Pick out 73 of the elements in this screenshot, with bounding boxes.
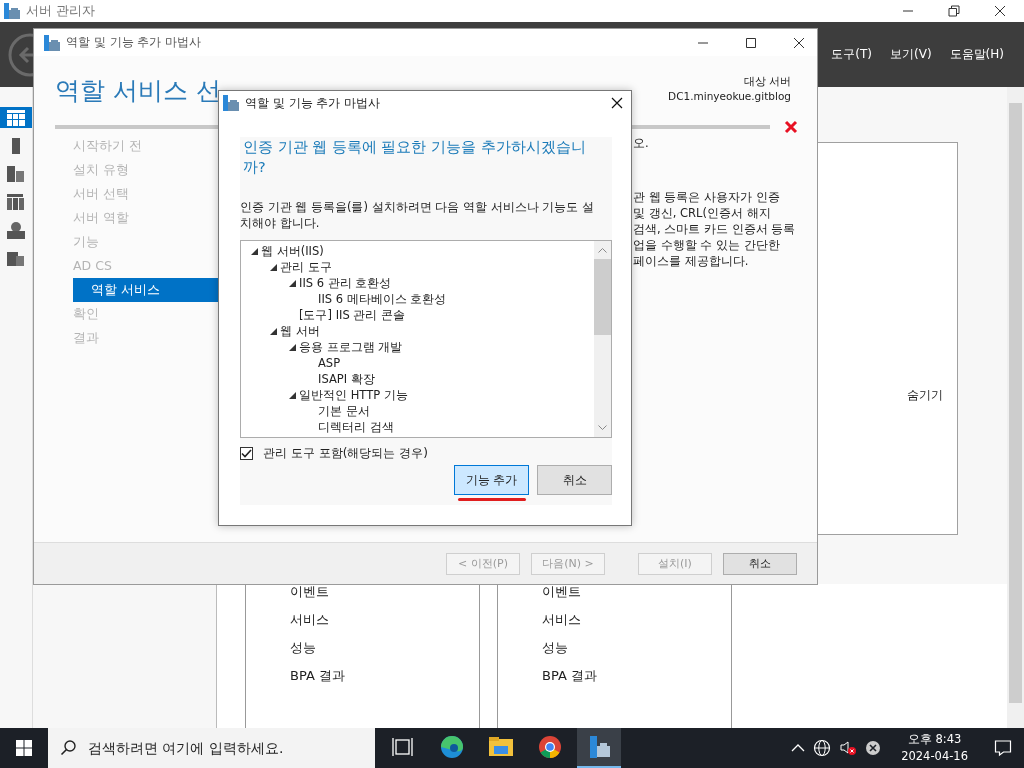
wizard-step[interactable]: 역할 서비스 [73, 278, 219, 302]
description-text: 및 갱신, CRL(인증서 해지 [633, 205, 772, 221]
highlight-underline [457, 498, 526, 501]
feature-item: 기본 문서 [318, 403, 370, 419]
server-manager-icon [4, 3, 20, 19]
error-icon [784, 120, 798, 134]
close-icon[interactable] [611, 97, 623, 109]
expanded-arrow-icon[interactable] [251, 247, 258, 255]
page-heading: 역할 서비스 선 [55, 75, 221, 107]
restore-icon[interactable] [948, 5, 960, 17]
tile-link[interactable]: 성능 [290, 640, 479, 668]
clock-time[interactable]: 오후 8:43 [901, 731, 968, 748]
tile-link[interactable]: 이벤트 [542, 584, 731, 612]
dialog-button[interactable]: 취소 [537, 465, 612, 495]
menu-item[interactable]: 보기(V) [890, 46, 932, 63]
feature-item: 관리 도구 [280, 259, 332, 275]
expanded-arrow-icon[interactable] [270, 263, 277, 271]
tile-link[interactable]: 이벤트 [290, 584, 479, 612]
scroll-down-icon[interactable] [598, 425, 607, 431]
text-fragment: 오. [633, 136, 650, 152]
dialog-title: 역할 및 기능 추가 마법사 [245, 94, 382, 112]
menu-item[interactable]: 도구(T) [831, 46, 873, 63]
dialog-message: 인증 기관 웹 등록을(를) 설치하려면 다음 역할 서비스나 기능도 설치해야 합니다. [240, 199, 595, 231]
tile-link[interactable]: BPA 결과 [290, 668, 479, 696]
feature-item: 응용 프로그램 개발 [299, 339, 403, 355]
server-manager-icon [44, 34, 60, 51]
feature-item: ISAPI 확장 [318, 371, 375, 387]
description-text: 업을 수행할 수 있는 간단한 [633, 237, 781, 253]
dialog-button[interactable]: 기능 추가 [454, 465, 529, 495]
wizard-button[interactable]: 취소 [723, 552, 797, 575]
tile-link[interactable]: 성능 [542, 640, 731, 668]
feature-item: 일반적인 HTTP 기능 [299, 387, 408, 403]
window-title: 서버 관리자 [26, 2, 96, 20]
description-text: 관 웹 등록은 사용자가 인증 [633, 189, 781, 205]
checkbox-label: 관리 도구 포함(해당되는 경우) [263, 445, 428, 462]
expanded-arrow-icon[interactable] [270, 327, 277, 335]
search-field[interactable]: 검색하려면 여기에 입력하세요. [48, 728, 375, 768]
feature-item: 디렉터리 검색 [318, 419, 394, 435]
checkbox[interactable] [240, 447, 253, 460]
dialog-heading: 인증 기관 웹 등록에 필요한 기능을 추가하시겠습니까? [242, 138, 587, 177]
tile-link[interactable]: 서비스 [290, 612, 479, 640]
error-circle-icon[interactable] [865, 740, 882, 756]
server-manager-icon[interactable] [577, 728, 621, 768]
feature-item: 웹 서버(IIS) [261, 243, 324, 259]
clock-date[interactable]: 2024-04-16 [901, 748, 968, 765]
maximize-icon[interactable] [745, 36, 757, 49]
notification-icon[interactable] [994, 739, 1012, 757]
feature-item: ASP [318, 356, 341, 370]
feature-item: IIS 6 관리 호환성 [299, 275, 392, 291]
feature-item: [도구] IIS 관리 콘솔 [299, 307, 406, 323]
expanded-arrow-icon[interactable] [289, 279, 296, 287]
hide-link[interactable]: 숨기기 [907, 387, 943, 404]
menu-item[interactable]: 도움말(H) [949, 46, 1004, 63]
navigation-icon[interactable] [0, 107, 32, 128]
scroll-up-icon[interactable] [598, 247, 607, 253]
expanded-arrow-icon[interactable] [289, 391, 296, 399]
close-icon[interactable] [994, 5, 1006, 17]
window-title: 역할 및 기능 추가 마법사 [66, 34, 202, 51]
speaker-muted-icon[interactable] [839, 739, 858, 757]
description-text: 페이스를 제공합니다. [633, 253, 750, 269]
globe-icon[interactable] [813, 739, 832, 757]
tile-link[interactable]: BPA 결과 [542, 668, 731, 696]
feature-item: IIS 6 메타베이스 호환성 [318, 291, 447, 307]
feature-item: 웹 서버 [280, 323, 320, 339]
description-text: 검색, 스마트 카드 인증서 등록 [633, 221, 797, 237]
scrollbar[interactable] [594, 241, 611, 437]
expanded-arrow-icon[interactable] [289, 343, 296, 351]
target-server-name: DC1.minyeokue.gitblog [668, 89, 791, 104]
target-server-label: 대상 서버 [742, 74, 791, 89]
close-icon[interactable] [793, 36, 805, 49]
tile-link[interactable]: 서비스 [542, 612, 731, 640]
server-manager-icon [223, 95, 239, 111]
scrollbar[interactable] [1007, 87, 1024, 728]
